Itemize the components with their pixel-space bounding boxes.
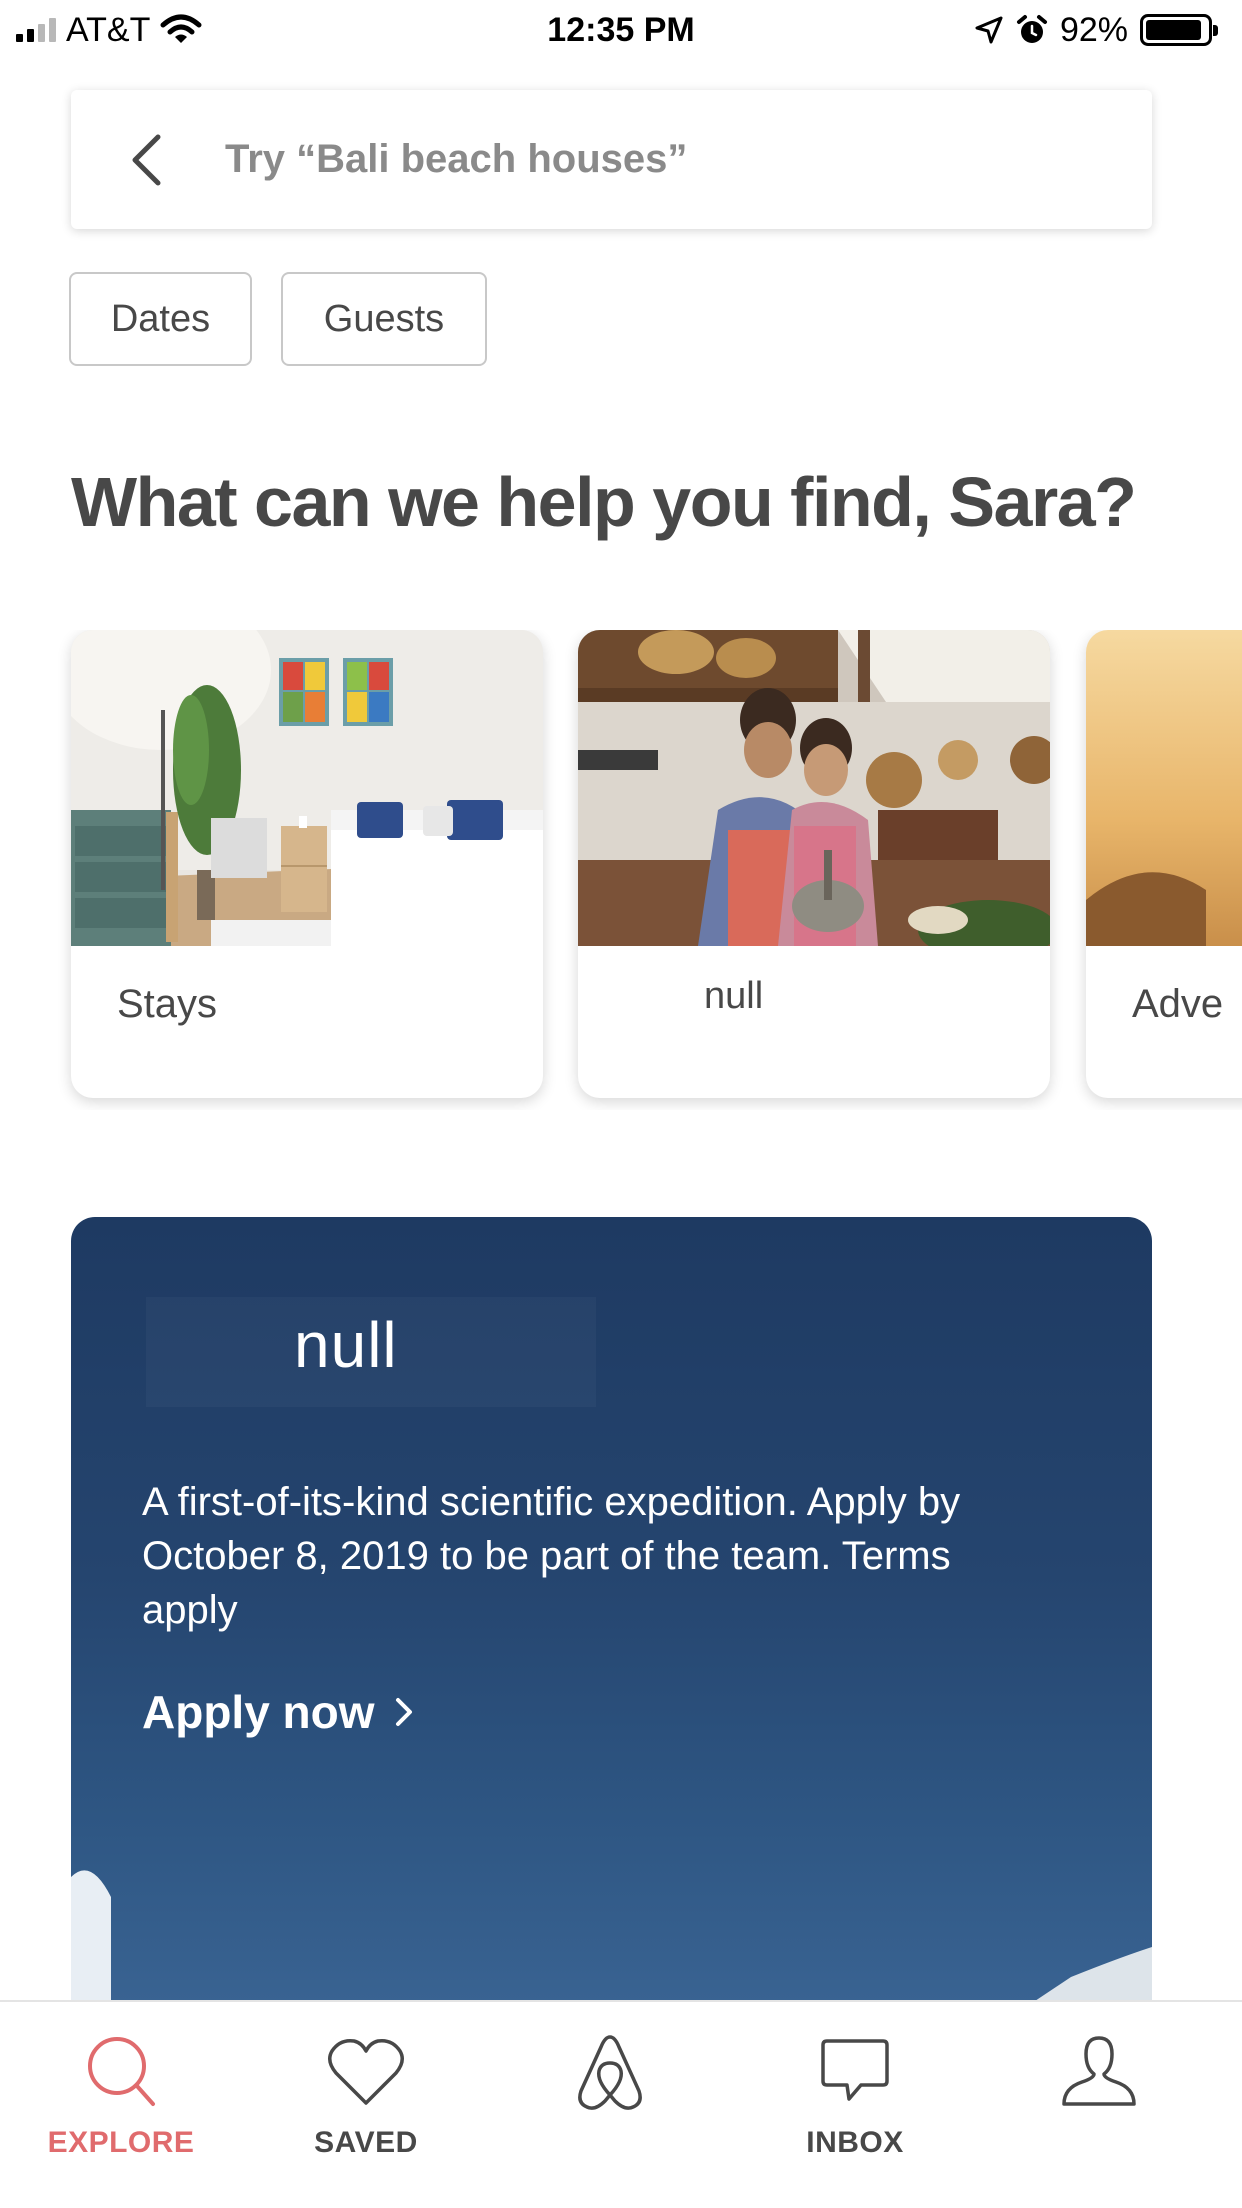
experiences-cooking-image <box>578 630 1050 946</box>
guests-filter-button[interactable]: Guests <box>281 272 487 366</box>
airbnb-logo-icon <box>575 2030 645 2114</box>
status-left: AT&T <box>16 11 202 50</box>
battery-fill <box>1146 20 1202 40</box>
tab-inbox[interactable]: INBOX <box>755 2002 955 2208</box>
apply-now-label: Apply now <box>142 1686 375 1738</box>
battery-percentage: 92% <box>1059 10 1128 49</box>
tab-profile[interactable] <box>999 2002 1199 2208</box>
tab-label: SAVED <box>314 2126 418 2159</box>
search-input[interactable] <box>225 137 1065 182</box>
battery-icon <box>1140 14 1218 46</box>
tab-label: EXPLORE <box>47 2126 195 2159</box>
apply-now-link[interactable]: Apply now <box>142 1685 413 1739</box>
stays-bedroom-image <box>71 630 543 946</box>
category-card-label: Stays <box>117 982 218 1026</box>
page-title: What can we help you find, Sara? <box>71 463 1137 541</box>
category-card-stays[interactable]: Stays <box>71 630 543 1098</box>
wifi-icon <box>160 14 202 43</box>
tab-label: INBOX <box>806 2126 904 2159</box>
dates-filter-button[interactable]: Dates <box>69 272 252 366</box>
cellular-signal-icon <box>16 18 56 42</box>
back-button[interactable] <box>71 90 221 229</box>
search-icon <box>83 2030 159 2114</box>
category-card-adventures[interactable]: Adve <box>1086 630 1242 1098</box>
tab-explore[interactable]: EXPLORE <box>21 2002 221 2208</box>
tab-trips[interactable] <box>510 2002 710 2208</box>
bottom-tab-bar: EXPLORE SAVED INBOX <box>0 2000 1242 2208</box>
chat-bubble-icon <box>819 2030 891 2114</box>
category-card-label: null <box>704 975 764 1017</box>
category-carousel[interactable]: Stays null Adve <box>0 630 1242 1110</box>
profile-icon <box>1060 2030 1138 2114</box>
carrier-name: AT&T <box>66 10 151 49</box>
promo-title: null <box>294 1309 398 1381</box>
chevron-left-icon <box>132 134 161 185</box>
promo-background-art <box>71 1870 1152 2017</box>
search-bar[interactable] <box>71 90 1152 229</box>
status-bar: AT&T 12:35 PM 92% <box>0 0 1242 60</box>
tab-saved[interactable]: SAVED <box>266 2002 466 2208</box>
heart-icon <box>326 2030 406 2114</box>
alarm-clock-icon <box>1016 15 1047 43</box>
status-right: 92% <box>974 10 1218 50</box>
promo-description: A first-of-its-kind scientific expeditio… <box>142 1480 961 1632</box>
promo-banner[interactable]: null A first-of-its-kind scientific expe… <box>71 1217 1152 2017</box>
adventures-sunset-image <box>1086 630 1242 946</box>
category-card-label: Adve <box>1132 982 1224 1026</box>
category-card-experiences[interactable]: null <box>578 630 1050 1098</box>
location-arrow-icon <box>975 16 1003 44</box>
chevron-right-icon <box>395 1698 412 1726</box>
